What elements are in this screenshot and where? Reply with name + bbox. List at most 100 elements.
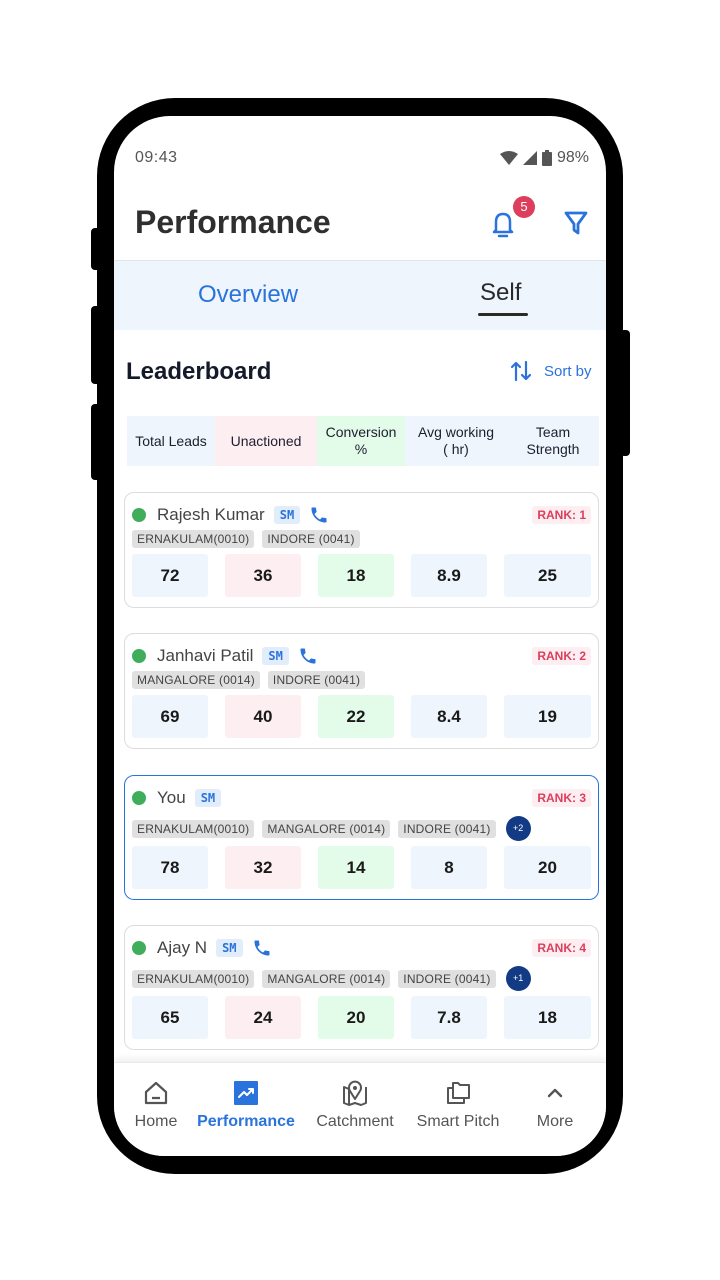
- metric-avg-working: 8.4: [411, 695, 487, 738]
- column-conversion: Conversion %: [317, 416, 405, 466]
- nav-label: More: [536, 1113, 574, 1130]
- card-header: You SM: [132, 788, 230, 808]
- metric-total-leads: 65: [132, 996, 208, 1039]
- location-tag: ERNAKULAM(0010): [132, 819, 255, 838]
- card-header: Janhavi Patil SM: [132, 646, 318, 666]
- metric-unactioned: 36: [225, 554, 301, 597]
- location-tag: INDORE (0041): [267, 671, 366, 689]
- status-bar: 09:43 98%: [114, 116, 606, 196]
- member-name: Rajesh Kumar: [157, 505, 265, 524]
- card-header: Ajay N SM: [132, 938, 272, 958]
- online-status-dot: [132, 508, 146, 522]
- column-team-strength: Team Strength: [507, 416, 599, 466]
- online-status-dot: [132, 649, 146, 663]
- nav-label: Catchment: [316, 1113, 394, 1130]
- metric-row: 65 24 20 7.8 18: [132, 996, 591, 1039]
- rank-badge: RANK: 2: [532, 647, 591, 665]
- phone-side-button: [91, 228, 101, 270]
- role-tag: SM: [262, 647, 289, 665]
- rank-badge: RANK: 4: [532, 939, 591, 957]
- metric-avg-working: 8: [411, 846, 487, 889]
- nav-label: Performance: [197, 1113, 295, 1130]
- location-tag: INDORE (0041): [398, 819, 496, 838]
- metric-conversion: 18: [318, 554, 394, 597]
- metric-team-strength: 18: [504, 996, 591, 1039]
- app-header: Performance 5: [114, 196, 606, 260]
- filter-icon[interactable]: [564, 210, 588, 236]
- leaderboard-card[interactable]: Ajay N SM RANK: 4 ERNAKULAM(0010) MANGALORE …: [124, 925, 599, 1050]
- leaderboard-card[interactable]: Janhavi Patil SM RANK: 2 MANGALORE (0014) IN…: [124, 633, 599, 749]
- metric-conversion: 20: [318, 996, 394, 1039]
- sort-label: Sort by: [544, 362, 592, 380]
- metric-avg-working: 7.8: [411, 996, 487, 1039]
- location-tags: ERNAKULAM(0010) INDORE (0041): [132, 530, 360, 548]
- signal-icon: [522, 151, 537, 165]
- online-status-dot: [132, 941, 146, 955]
- more-locations-badge[interactable]: +2: [505, 816, 531, 841]
- member-name: Janhavi Patil: [157, 646, 254, 665]
- nav-item-more[interactable]: More: [505, 1079, 605, 1131]
- leaderboard-title: Leaderboard: [126, 358, 272, 385]
- phone-side-button: [91, 306, 101, 384]
- location-tags: ERNAKULAM(0010) MANGALORE (0014) INDORE (0…: [132, 966, 531, 991]
- metric-total-leads: 69: [132, 695, 208, 738]
- chevron-up-icon: [547, 1088, 563, 1098]
- online-status-dot: [132, 791, 146, 805]
- leaderboard-column-headers: Total Leads Unactioned Conversion % Avg …: [127, 416, 599, 466]
- metric-team-strength: 20: [504, 846, 591, 889]
- nav-label: Home: [134, 1113, 178, 1130]
- nav-label: Smart Pitch: [416, 1113, 500, 1130]
- phone-icon[interactable]: [309, 505, 329, 525]
- rank-badge: RANK: 3: [532, 789, 591, 807]
- metric-total-leads: 78: [132, 846, 208, 889]
- status-time: 09:43: [135, 149, 178, 166]
- trending-up-icon: [234, 1081, 258, 1105]
- folders-icon: [447, 1082, 470, 1104]
- tab-bar: Overview Self: [114, 260, 606, 330]
- column-unactioned: Unactioned: [215, 416, 317, 466]
- home-icon: [144, 1081, 168, 1105]
- role-tag: SM: [216, 939, 243, 957]
- tab-overview[interactable]: Overview: [198, 281, 298, 309]
- metric-row: 72 36 18 8.9 25: [132, 554, 591, 597]
- leaderboard-card[interactable]: Rajesh Kumar SM RANK: 1 ERNAKULAM(0010) INDO…: [124, 492, 599, 608]
- location-tag: MANGALORE (0014): [262, 969, 391, 988]
- role-tag: SM: [194, 789, 222, 807]
- notification-badge: 5: [513, 196, 535, 218]
- nav-item-performance[interactable]: Performance: [196, 1079, 296, 1131]
- location-tag: ERNAKULAM(0010): [132, 969, 255, 988]
- leaderboard-card-self[interactable]: You SM RANK: 3 ERNAKULAM(0010) MANGALORE (00…: [124, 775, 599, 900]
- sort-button[interactable]: Sort by: [510, 360, 592, 382]
- location-tag: MANGALORE (0014): [262, 819, 391, 838]
- more-locations-badge[interactable]: +1: [505, 966, 531, 991]
- member-name: Ajay N: [157, 938, 208, 957]
- phone-screen: 09:43 98% Performance 5 Overview Self Le…: [114, 116, 606, 1156]
- metric-row: 69 40 22 8.4 19: [132, 695, 591, 738]
- wifi-icon: [499, 151, 518, 165]
- tab-self[interactable]: Self: [480, 279, 521, 307]
- nav-item-home[interactable]: Home: [114, 1079, 206, 1131]
- rank-badge: RANK: 1: [532, 506, 591, 524]
- column-total-leads: Total Leads: [127, 416, 215, 466]
- location-tags: ERNAKULAM(0010) MANGALORE (0014) INDORE (0…: [132, 816, 531, 841]
- metric-conversion: 22: [318, 695, 394, 738]
- metric-unactioned: 24: [225, 996, 301, 1039]
- phone-side-button: [91, 404, 101, 480]
- member-name: You: [157, 788, 186, 807]
- bottom-navigation: Home Performance Catchment Smart Pitch M…: [114, 1062, 606, 1156]
- nav-item-smart-pitch[interactable]: Smart Pitch: [408, 1079, 508, 1131]
- metric-unactioned: 32: [225, 846, 301, 889]
- phone-side-button: [620, 330, 630, 456]
- battery-level: 98%: [556, 149, 589, 166]
- location-tags: MANGALORE (0014) INDORE (0041): [132, 671, 366, 689]
- location-tag: INDORE (0041): [262, 530, 360, 548]
- metric-avg-working: 8.9: [411, 554, 487, 597]
- metric-team-strength: 19: [504, 695, 591, 738]
- phone-icon[interactable]: [298, 646, 318, 666]
- page-title: Performance: [135, 204, 331, 240]
- phone-icon[interactable]: [252, 938, 272, 958]
- location-tag: ERNAKULAM(0010): [132, 530, 255, 548]
- nav-item-catchment[interactable]: Catchment: [305, 1079, 405, 1131]
- battery-icon: [541, 150, 552, 166]
- metric-unactioned: 40: [225, 695, 301, 738]
